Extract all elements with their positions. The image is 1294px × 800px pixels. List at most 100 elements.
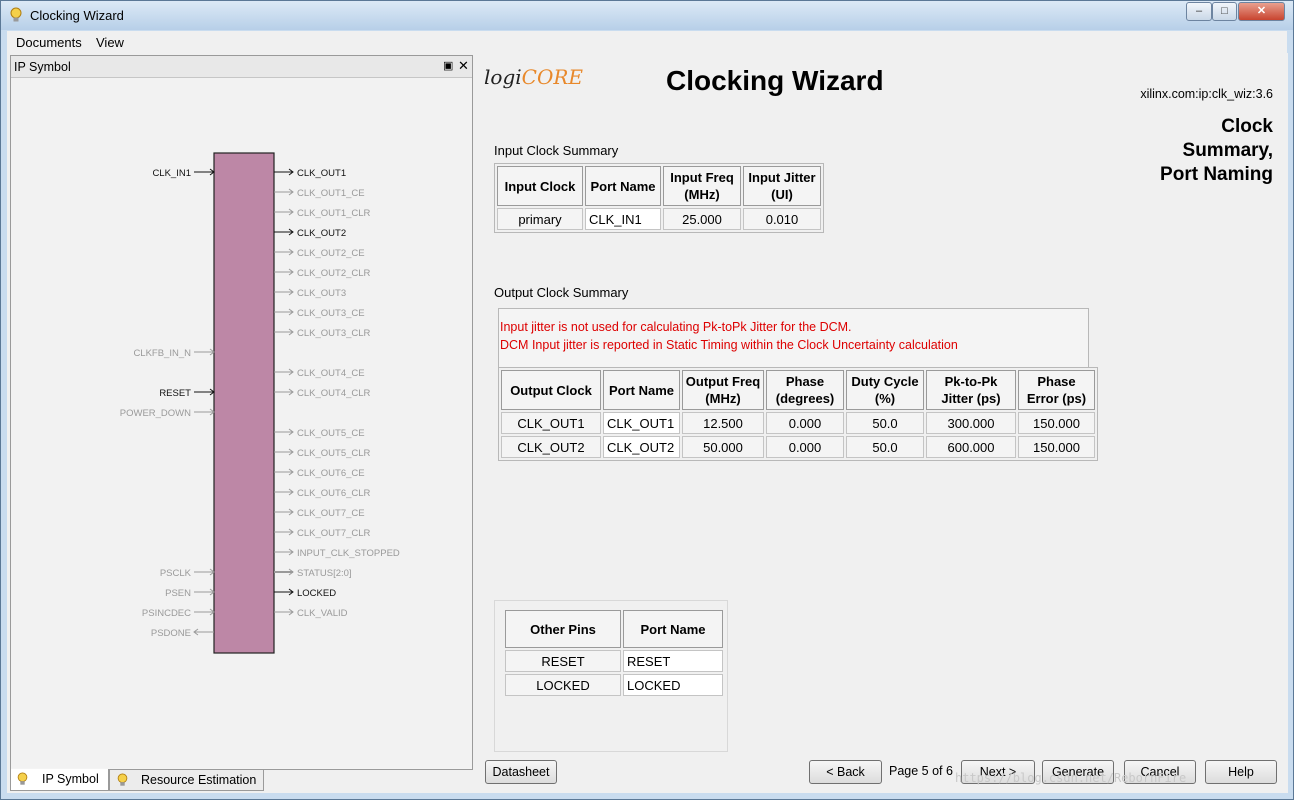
jitter-notes: Input jitter is not used for calculating… (498, 308, 1089, 368)
left-tabs: IP Symbol Resource Estimation (10, 769, 470, 791)
col-output-freq: Output Freq (MHz) (682, 370, 764, 410)
pin-clk-out4-ce: CLK_OUT4_CE (274, 368, 365, 379)
cell: 0.010 (743, 208, 821, 230)
cell: CLK_OUT1 (501, 412, 601, 434)
pin-clk-out2-ce: CLK_OUT2_CE (274, 248, 365, 259)
svg-text:CLK_IN1: CLK_IN1 (152, 168, 191, 179)
ip-core-block (213, 152, 275, 654)
ip-symbol-diagram: CLK_IN1 CLKFB_IN_N RESET POWER_DOWN PSCLK PSE… (120, 152, 400, 654)
cell: LOCKED (505, 674, 621, 696)
datasheet-button[interactable]: Datasheet (485, 760, 557, 784)
port-name-field[interactable]: CLK_OUT1 (603, 412, 680, 434)
table-row: RESET RESET (505, 650, 723, 672)
col-port-name: Port Name (585, 166, 661, 206)
svg-text:PSCLK: PSCLK (160, 568, 192, 579)
pin-clk-out6-ce: CLK_OUT6_CE (274, 468, 365, 479)
svg-text:PSEN: PSEN (165, 588, 191, 599)
pin-psclk: PSCLK (160, 568, 215, 579)
minimize-button[interactable]: – (1186, 2, 1212, 21)
col-input-freq: Input Freq (MHz) (663, 166, 741, 206)
svg-text:CLK_OUT1: CLK_OUT1 (297, 168, 346, 179)
pin-input-clk-stopped: INPUT_CLK_STOPPED (274, 548, 400, 559)
window-title: Clocking Wizard (30, 8, 124, 23)
port-name-field[interactable]: CLK_IN1 (585, 208, 661, 230)
cell: 25.000 (663, 208, 741, 230)
svg-text:PSINCDEC: PSINCDEC (142, 608, 191, 619)
svg-text:CLK_OUT1_CE: CLK_OUT1_CE (297, 188, 365, 199)
svg-text:CLK_OUT3_CLR: CLK_OUT3_CLR (297, 328, 371, 339)
note-line: Input jitter is not used for calculating… (500, 320, 852, 334)
svg-text:CLK_OUT5_CE: CLK_OUT5_CE (297, 428, 365, 439)
pin-locked: LOCKED (274, 588, 336, 599)
col-port-name: Port Name (603, 370, 680, 410)
cell: 50.000 (682, 436, 764, 458)
pin-clk-out3-clr: CLK_OUT3_CLR (274, 328, 371, 339)
close-panel-icon[interactable]: ✕ (458, 58, 469, 74)
svg-text:CLK_OUT4_CLR: CLK_OUT4_CLR (297, 388, 371, 399)
col-pk-jitter: Pk-to-Pk Jitter (ps) (926, 370, 1016, 410)
svg-text:CLK_OUT3: CLK_OUT3 (297, 288, 346, 299)
port-name-field[interactable]: CLK_OUT2 (603, 436, 680, 458)
symbol-canvas: CLK_IN1 CLKFB_IN_N RESET POWER_DOWN PSCLK PSE… (11, 78, 472, 768)
pin-clk-out1-ce: CLK_OUT1_CE (274, 188, 365, 199)
note-line: DCM Input jitter is reported in Static T… (500, 338, 958, 352)
title-bar: Clocking Wizard – □ ✕ (1, 1, 1293, 30)
svg-text:CLK_OUT2_CE: CLK_OUT2_CE (297, 248, 365, 259)
table-row: CLK_OUT2 CLK_OUT2 50.000 0.000 50.0 600.… (501, 436, 1095, 458)
pin-psdone: PSDONE (151, 628, 214, 639)
bulb-icon (17, 772, 28, 792)
page-title: Clocking Wizard (666, 65, 884, 96)
svg-text:CLKFB_IN_N: CLKFB_IN_N (133, 348, 191, 359)
pin-clk-out5-ce: CLK_OUT5_CE (274, 428, 365, 439)
pin-clk-out3-ce: CLK_OUT3_CE (274, 308, 365, 319)
pin-clk-out1-clr: CLK_OUT1_CLR (274, 208, 371, 219)
svg-text:CLK_OUT2: CLK_OUT2 (297, 228, 346, 239)
watermark: https://blog.csdn.net/RebornFire (955, 771, 1187, 785)
col-phase-error: Phase Error (ps) (1018, 370, 1095, 410)
table-header-row: Output Clock Port Name Output Freq (MHz)… (501, 370, 1095, 410)
pin-clk-in1: CLK_IN1 (152, 168, 215, 179)
svg-text:CLK_OUT1_CLR: CLK_OUT1_CLR (297, 208, 371, 219)
tab-resource-estimation[interactable]: Resource Estimation (109, 769, 264, 791)
table-row: primary CLK_IN1 25.000 0.010 (497, 208, 821, 230)
client-area: IP Symbol ▣ ✕ CLK_IN1 CLKFB_IN_N RESET POWE… (7, 53, 1288, 793)
pin-clk-out3: CLK_OUT3 (274, 288, 346, 299)
svg-text:INPUT_CLK_STOPPED: INPUT_CLK_STOPPED (297, 548, 400, 559)
cell: RESET (505, 650, 621, 672)
cell: 150.000 (1018, 436, 1095, 458)
menu-bar: Documents View (7, 31, 1287, 53)
maximize-button[interactable]: □ (1212, 2, 1237, 21)
restore-panel-icon[interactable]: ▣ (443, 59, 453, 72)
menu-documents[interactable]: Documents (16, 35, 82, 50)
table-row: LOCKED LOCKED (505, 674, 723, 696)
col-output-clock: Output Clock (501, 370, 601, 410)
help-button[interactable]: Help (1205, 760, 1277, 784)
pin-psen: PSEN (165, 588, 215, 599)
pin-clk-out1: CLK_OUT1 (274, 168, 346, 179)
svg-text:CLK_OUT3_CE: CLK_OUT3_CE (297, 308, 365, 319)
menu-view[interactable]: View (96, 35, 124, 50)
cell: 0.000 (766, 436, 844, 458)
table-row: CLK_OUT1 CLK_OUT1 12.500 0.000 50.0 300.… (501, 412, 1095, 434)
pin-clk-out4-clr: CLK_OUT4_CLR (274, 388, 371, 399)
bulb-icon (117, 773, 128, 793)
pin-clk-out7-clr: CLK_OUT7_CLR (274, 528, 371, 539)
svg-text:POWER_DOWN: POWER_DOWN (120, 408, 191, 419)
back-button[interactable]: < Back (809, 760, 882, 784)
tab-ip-symbol[interactable]: IP Symbol (10, 769, 109, 791)
svg-text:RESET: RESET (159, 388, 191, 399)
other-pins-table: Other Pins Port Name RESET RESET LOCKED … (503, 608, 725, 698)
output-clock-summary-label: Output Clock Summary (494, 285, 629, 300)
table-header-row: Input Clock Port Name Input Freq (MHz) I… (497, 166, 821, 206)
port-name-field[interactable]: LOCKED (623, 674, 723, 696)
svg-text:CLK_OUT2_CLR: CLK_OUT2_CLR (297, 268, 371, 279)
close-button[interactable]: ✕ (1238, 2, 1285, 21)
pin-clk-out7-ce: CLK_OUT7_CE (274, 508, 365, 519)
page-indicator: Page 5 of 6 (889, 764, 953, 778)
cell: 50.0 (846, 436, 924, 458)
pin-reset: RESET (159, 388, 215, 399)
pin-status-2-0-: STATUS[2:0] (274, 568, 352, 579)
port-name-field[interactable]: RESET (623, 650, 723, 672)
svg-text:CLK_OUT6_CLR: CLK_OUT6_CLR (297, 488, 371, 499)
ip-symbol-title: IP Symbol (14, 60, 71, 74)
